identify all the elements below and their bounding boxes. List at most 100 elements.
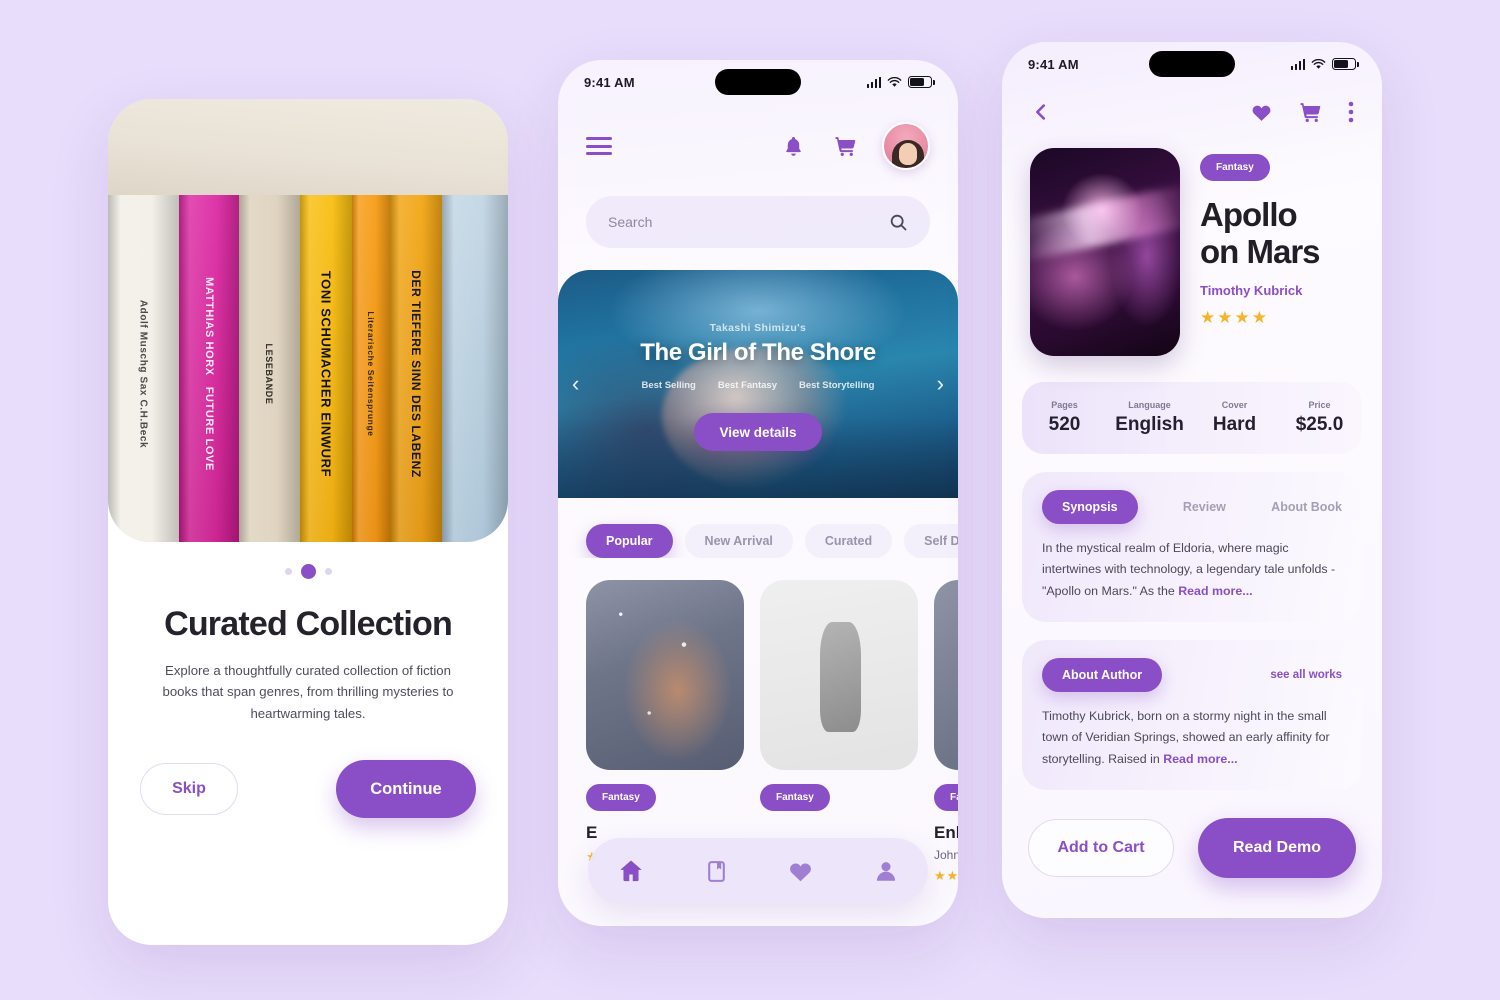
- chevron-right-icon[interactable]: ›: [937, 371, 944, 397]
- avatar[interactable]: [882, 122, 930, 170]
- book-card[interactable]: Fantasy Enh John ★★: [934, 580, 958, 884]
- chip-self-development[interactable]: Self Development: [904, 524, 958, 558]
- book-title-line-2: on Mars: [1200, 232, 1321, 270]
- book-genre-tag: Fantasy: [586, 784, 656, 811]
- stat-value: 520: [1048, 414, 1081, 435]
- book-stats-bar: Pages 520 Language English Cover Hard Pr…: [1022, 382, 1362, 454]
- see-all-works-link[interactable]: see all works: [1270, 669, 1342, 681]
- tab-about-book[interactable]: About Book: [1271, 500, 1342, 514]
- page-dot[interactable]: [324, 568, 332, 575]
- book-cover-image[interactable]: [586, 580, 744, 770]
- more-vertical-icon[interactable]: [1348, 100, 1354, 124]
- read-demo-button[interactable]: Read Demo: [1198, 818, 1356, 878]
- stat-language: Language English: [1107, 400, 1192, 436]
- stat-value: Hard: [1212, 414, 1257, 435]
- tab-review[interactable]: Review: [1183, 500, 1226, 514]
- signal-bars-icon: [1290, 58, 1305, 70]
- dynamic-island: [1149, 51, 1235, 77]
- book-cover-image[interactable]: [934, 580, 958, 770]
- stat-price: Price $25.0: [1277, 400, 1362, 436]
- bottom-tab-bar: [588, 838, 928, 904]
- book-cover-image[interactable]: [760, 580, 918, 770]
- book-title: Enh: [934, 823, 958, 842]
- book-cover-image[interactable]: [1030, 148, 1180, 356]
- stat-pages: Pages 520: [1022, 400, 1107, 436]
- book-card-list: Fantasy E ★ Fantasy Fantasy Enh John ★★: [558, 558, 958, 884]
- status-time: 9:41 AM: [584, 74, 635, 90]
- featured-banner[interactable]: Takashi Shimizu's The Girl of The Shore …: [558, 270, 958, 498]
- banner-tag: Best Storytelling: [799, 380, 875, 391]
- book-title-line-1: Apollo: [1200, 196, 1298, 233]
- skip-button[interactable]: Skip: [140, 763, 238, 816]
- dynamic-island: [715, 69, 801, 95]
- bookshelf-books: Adolf Muschg Sax C.H.Beck MATTHIAS HORX …: [108, 195, 508, 542]
- notification-bell-icon[interactable]: [778, 131, 808, 161]
- tab-library[interactable]: [704, 859, 729, 884]
- detail-top-bar: [1002, 86, 1382, 124]
- shopping-cart-icon[interactable]: [1299, 101, 1322, 124]
- book-title: Apollo on Mars: [1200, 196, 1354, 271]
- book-hero: Fantasy Apollo on Mars Timothy Kubrick ★…: [1002, 124, 1382, 356]
- onboarding-page-dots[interactable]: [108, 564, 508, 579]
- wifi-icon: [887, 76, 902, 87]
- synopsis-panel: Synopsis Review About Book In the mystic…: [1022, 472, 1362, 622]
- book-rating-stars: ★★★★: [1200, 307, 1269, 327]
- battery-icon: [908, 76, 935, 88]
- category-chips: Popular New Arrival Curated Self Develop…: [558, 498, 958, 558]
- wifi-icon: [1311, 58, 1326, 69]
- status-time: 9:41 AM: [1028, 56, 1079, 72]
- search-icon[interactable]: [889, 213, 908, 232]
- hamburger-menu-icon[interactable]: [586, 137, 612, 155]
- onboarding-hero-image: Adolf Muschg Sax C.H.Beck MATTHIAS HORX …: [108, 99, 508, 542]
- tab-synopsis[interactable]: Synopsis: [1042, 490, 1138, 524]
- tab-profile[interactable]: [873, 858, 899, 884]
- banner-tag: Best Fantasy: [717, 380, 777, 391]
- stat-label: Pages: [1051, 400, 1078, 410]
- shopping-cart-icon[interactable]: [830, 131, 860, 161]
- page-dot-active[interactable]: [300, 564, 316, 579]
- screenshot-stage: Adolf Muschg Sax C.H.Beck MATTHIAS HORX …: [0, 0, 1500, 1000]
- back-button[interactable]: [1030, 101, 1052, 123]
- search-input[interactable]: Search: [586, 196, 930, 248]
- stat-label: Cover: [1221, 400, 1248, 410]
- battery-icon: [1332, 58, 1359, 70]
- banner-content: Takashi Shimizu's The Girl of The Shore …: [558, 322, 958, 451]
- add-to-cart-button[interactable]: Add to Cart: [1028, 819, 1174, 877]
- stat-value: English: [1115, 414, 1184, 435]
- tab-favorites[interactable]: [787, 858, 814, 885]
- banner-tag: Best Selling: [641, 380, 696, 391]
- stat-label: Price: [1308, 400, 1331, 410]
- chevron-left-icon[interactable]: [1030, 101, 1052, 123]
- stat-value: $25.0: [1295, 414, 1344, 435]
- phone-onboarding: Adolf Muschg Sax C.H.Beck MATTHIAS HORX …: [108, 99, 508, 945]
- favorite-button[interactable]: [1250, 101, 1273, 124]
- chip-curated[interactable]: Curated: [804, 524, 893, 558]
- about-author-pill[interactable]: About Author: [1042, 657, 1163, 692]
- page-title: Curated Collection: [164, 605, 453, 643]
- home-top-bar: [558, 104, 958, 170]
- tab-home[interactable]: [617, 857, 645, 885]
- phone-book-detail: 9:41 AM Fantasy Apollo on Mars Timothy K…: [1002, 42, 1382, 918]
- chip-popular[interactable]: Popular: [586, 524, 673, 558]
- continue-button[interactable]: Continue: [336, 760, 476, 819]
- heart-icon[interactable]: [1250, 101, 1273, 124]
- stat-label: Language: [1128, 400, 1171, 410]
- signal-bars-icon: [866, 76, 881, 88]
- book-genre-tag: Fantasy: [934, 784, 958, 811]
- synopsis-read-more-link[interactable]: Read more...: [1178, 584, 1252, 598]
- about-author-head: About Author see all works: [1042, 657, 1342, 692]
- more-options-button[interactable]: [1348, 100, 1354, 124]
- chevron-left-icon[interactable]: ‹: [572, 371, 579, 397]
- banner-kicker: Takashi Shimizu's: [709, 322, 807, 334]
- book-author: John: [934, 848, 958, 862]
- detail-actions: Add to Cart Read Demo: [1028, 818, 1356, 878]
- genre-badge: Fantasy: [1200, 154, 1270, 181]
- banner-title: The Girl of The Shore: [640, 339, 876, 366]
- view-details-button[interactable]: View details: [694, 413, 822, 451]
- about-author-read-more-link[interactable]: Read more...: [1163, 752, 1237, 766]
- page-dot[interactable]: [284, 568, 292, 575]
- cart-button[interactable]: [1299, 101, 1322, 124]
- chip-new-arrival[interactable]: New Arrival: [684, 524, 793, 558]
- synopsis-body: In the mystical realm of Eldoria, where …: [1042, 538, 1342, 602]
- phone-home: 9:41 AM Search Takashi Shimizu's The Gir…: [558, 60, 958, 926]
